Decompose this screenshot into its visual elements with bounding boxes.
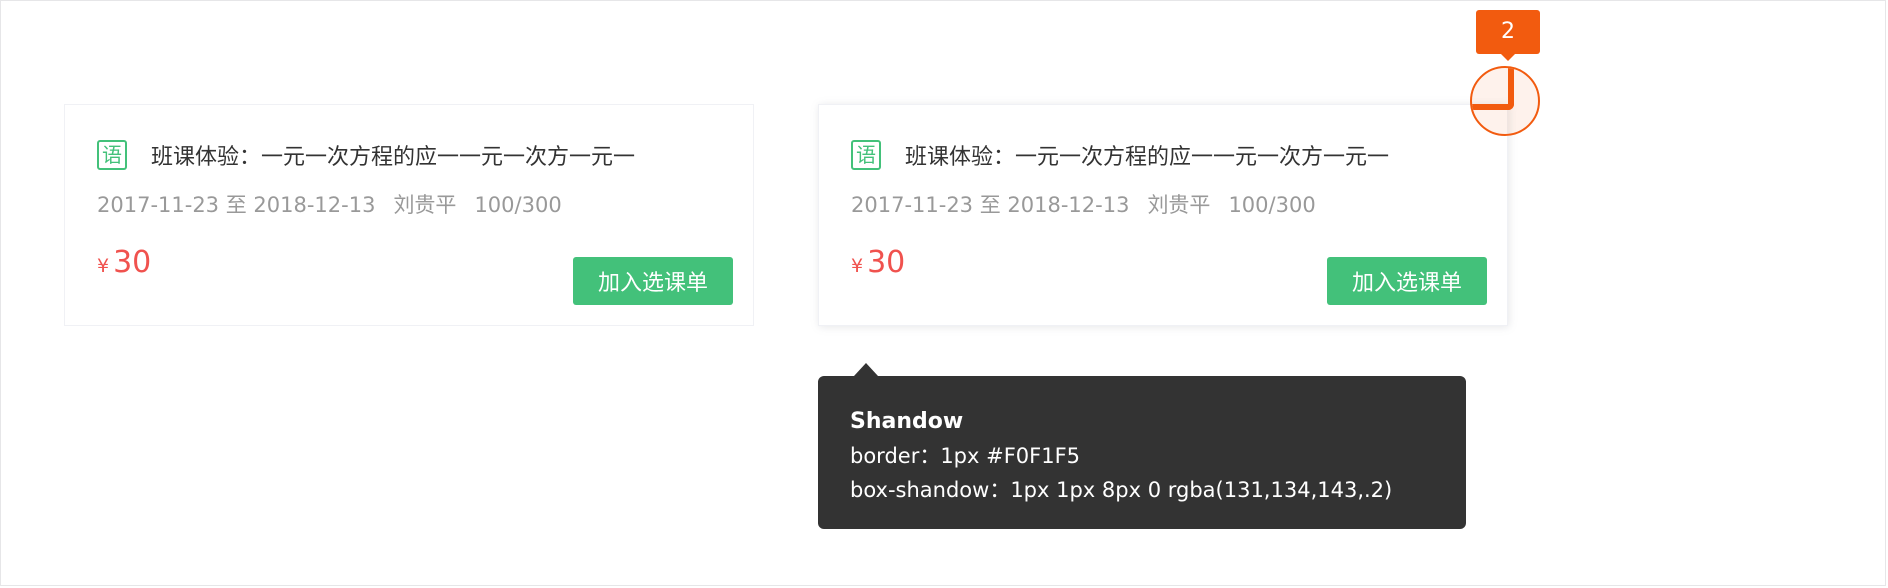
course-meta: 2017-11-23 至 2018-12-13 刘贵平 100/300 <box>851 189 1334 219</box>
course-teacher: 刘贵平 <box>393 193 457 217</box>
course-card-plain[interactable]: 语 班课体验：一元一次方程的应一一元一次方一元一 2017-11-23 至 20… <box>64 104 754 326</box>
currency-symbol: ¥ <box>851 255 864 277</box>
corner-indicator-icon <box>1472 68 1514 110</box>
course-card-shadow[interactable]: 语 班课体验：一元一次方程的应一一元一次方一元一 2017-11-23 至 20… <box>818 104 1508 326</box>
price-value: 30 <box>113 245 152 280</box>
currency-symbol: ¥ <box>97 255 110 277</box>
tooltip-title: Shandow <box>850 409 964 434</box>
course-date-range: 2017-11-23 至 2018-12-13 <box>97 193 376 217</box>
price-value: 30 <box>867 245 906 280</box>
course-enrollment: 100/300 <box>474 193 562 217</box>
course-title[interactable]: 班课体验：一元一次方程的应一一元一次方一元一 <box>905 139 1465 171</box>
course-meta: 2017-11-23 至 2018-12-13 刘贵平 100/300 <box>97 189 580 219</box>
tooltip-shadow-spec: box-shandow：1px 1px 8px 0 rgba(131,134,1… <box>850 478 1393 502</box>
annotation-number-badge: 2 <box>1476 10 1540 61</box>
subject-icon: 语 <box>97 140 127 170</box>
subject-icon: 语 <box>851 140 881 170</box>
course-price: ¥30 <box>97 245 151 280</box>
course-price: ¥30 <box>851 245 905 280</box>
course-title[interactable]: 班课体验：一元一次方程的应一一元一次方一元一 <box>151 139 711 171</box>
add-to-course-list-button[interactable]: 加入选课单 <box>1327 257 1487 305</box>
add-to-course-list-button[interactable]: 加入选课单 <box>573 257 733 305</box>
course-date-range: 2017-11-23 至 2018-12-13 <box>851 193 1130 217</box>
course-enrollment: 100/300 <box>1228 193 1316 217</box>
tooltip-border-spec: border：1px #F0F1F5 <box>850 444 1081 468</box>
course-teacher: 刘贵平 <box>1147 193 1211 217</box>
shadow-spec-tooltip: Shandow border：1px #F0F1F5 box-shandow：1… <box>818 363 1466 529</box>
corner-highlight-circle <box>1470 66 1540 136</box>
